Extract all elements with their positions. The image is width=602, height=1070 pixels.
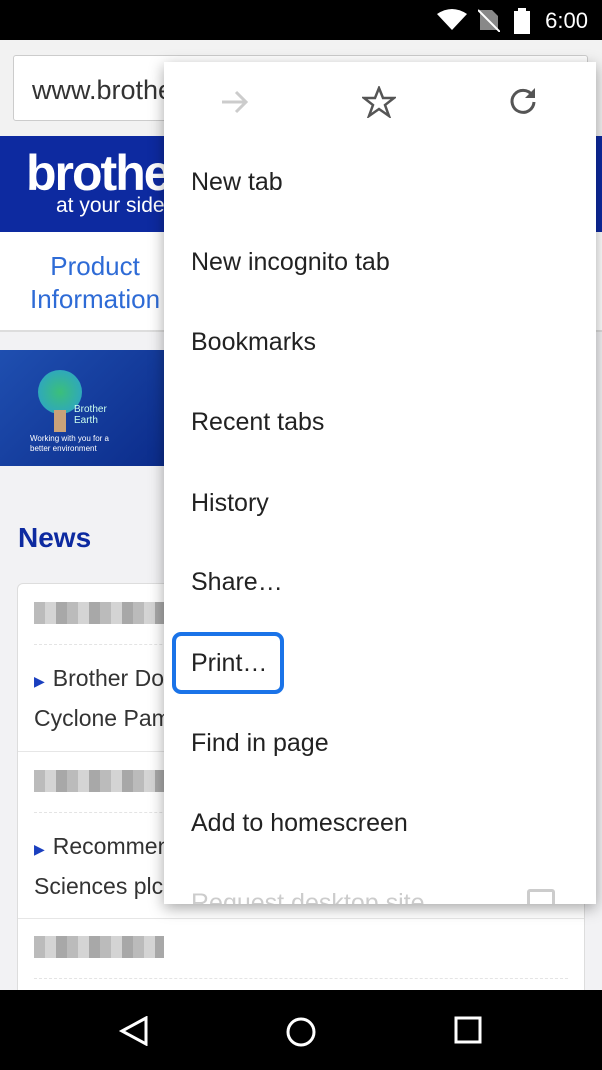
back-icon[interactable]: [118, 1015, 150, 1051]
news-heading: News: [18, 522, 92, 553]
reload-icon[interactable]: [508, 86, 538, 116]
tree-trunk: [54, 410, 66, 432]
caret-icon: ▶: [34, 673, 45, 689]
menu-item-share[interactable]: Share…: [191, 568, 283, 597]
menu-item-print[interactable]: Print…: [191, 649, 267, 678]
bookmark-star-icon[interactable]: [362, 86, 396, 118]
earth-brand: Brother Earth: [74, 404, 107, 426]
brother-earth-banner[interactable]: Brother Earth Working with you for a bette…: [0, 350, 170, 466]
news-item[interactable]: ▶ Recommen Sciences plc: [34, 828, 170, 905]
status-bar: 6:00: [0, 0, 602, 40]
menu-item-new-tab[interactable]: New tab: [191, 168, 283, 197]
menu-item-recent-tabs[interactable]: Recent tabs: [191, 408, 324, 437]
forward-icon[interactable]: [220, 88, 250, 116]
date-placeholder: [34, 602, 164, 624]
menu-item-new-incognito-tab[interactable]: New incognito tab: [191, 248, 390, 277]
desktop-site-checkbox[interactable]: [527, 889, 555, 904]
menu-item-history[interactable]: History: [191, 489, 269, 518]
menu-item-request-desktop-site[interactable]: Request desktop site: [191, 889, 424, 904]
wifi-icon: [437, 9, 467, 30]
date-placeholder: [34, 936, 164, 958]
date-placeholder: [34, 770, 164, 792]
tagline: at your side: [56, 194, 165, 217]
recents-icon[interactable]: [454, 1016, 482, 1049]
home-icon[interactable]: [285, 1016, 317, 1053]
news-item[interactable]: ▶ Brother Do Cyclone Pam: [34, 660, 171, 737]
clock: 6:00: [545, 8, 588, 33]
menu-item-find-in-page[interactable]: Find in page: [191, 729, 329, 758]
overflow-menu: New tab New incognito tab Bookmarks Rece…: [164, 62, 596, 904]
product-information-link[interactable]: Product Information: [30, 250, 160, 316]
battery-icon: [514, 8, 530, 34]
divider: [18, 918, 584, 919]
no-sim-icon: [478, 9, 500, 32]
menu-item-bookmarks[interactable]: Bookmarks: [191, 328, 316, 357]
menu-item-add-to-homescreen[interactable]: Add to homescreen: [191, 809, 408, 838]
navigation-bar: [0, 990, 602, 1070]
earth-text: Working with you for a better environment: [30, 434, 109, 453]
caret-icon: ▶: [34, 841, 45, 857]
divider: [34, 978, 568, 979]
